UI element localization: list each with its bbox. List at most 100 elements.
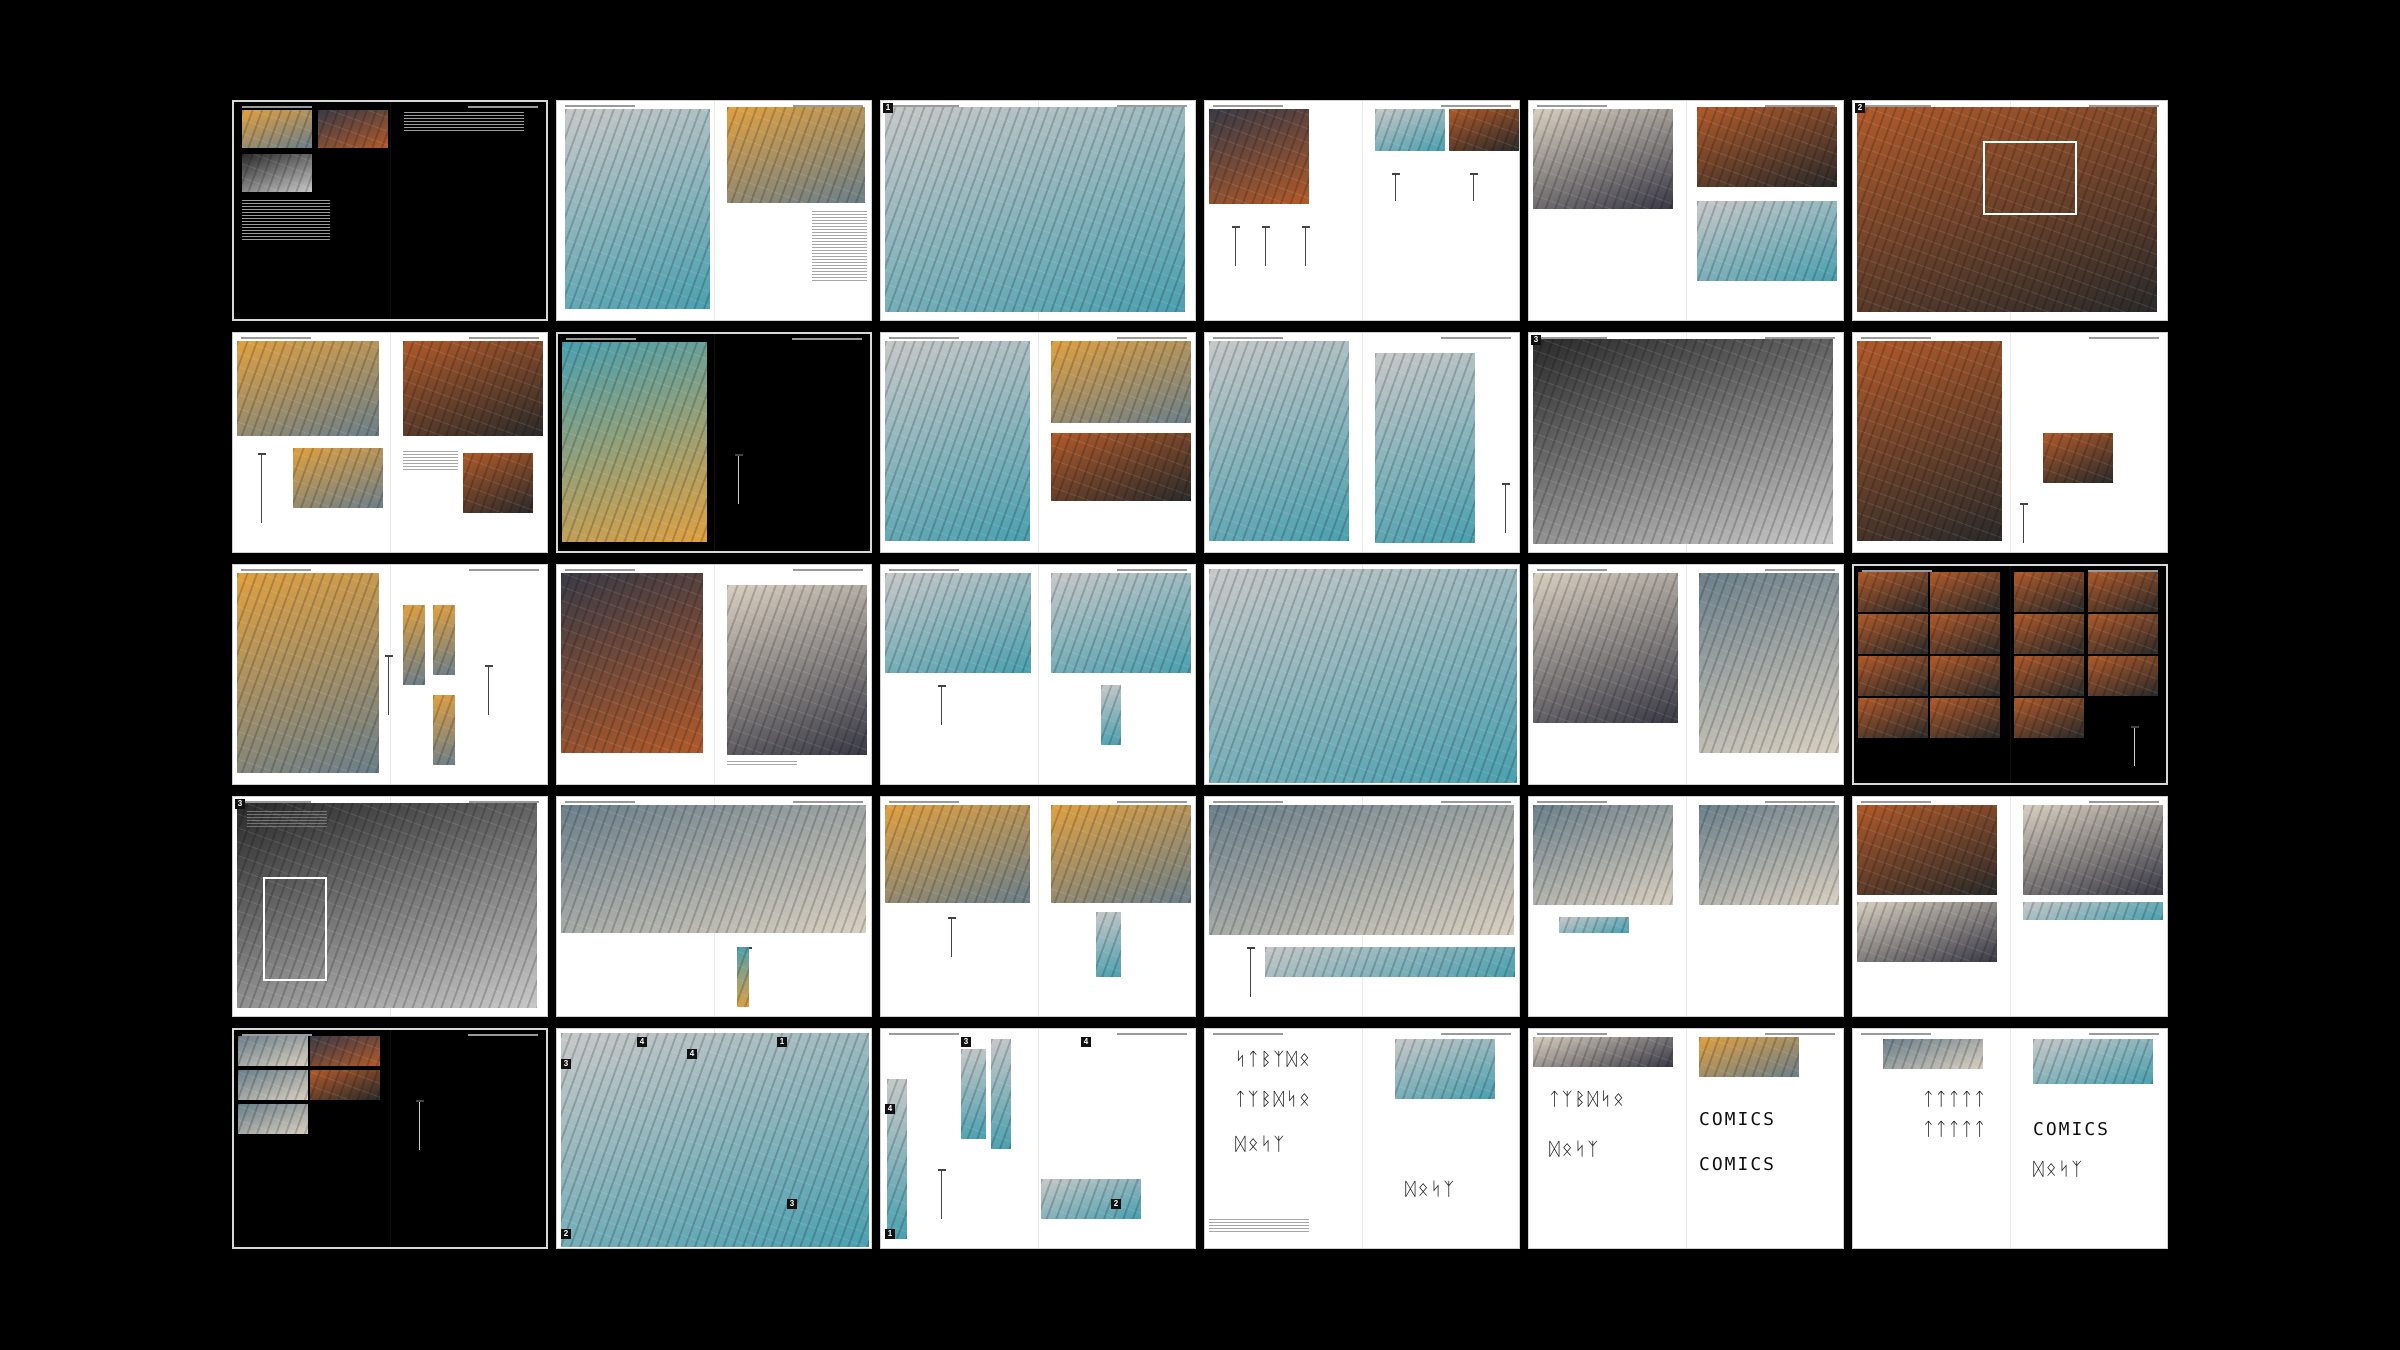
tag-glyphs: ᛞᛟᛋᛉ xyxy=(2033,1159,2085,1180)
page-spread[interactable] xyxy=(1852,796,2168,1017)
page-spread[interactable] xyxy=(1528,100,1844,321)
running-header xyxy=(792,338,862,340)
figure-diagram xyxy=(258,453,266,523)
figure-diagram xyxy=(1247,947,1255,997)
photo xyxy=(403,605,425,685)
number-badge: 1 xyxy=(885,1229,895,1239)
running-header xyxy=(1537,569,1607,571)
page-spread[interactable] xyxy=(1204,796,1520,1017)
running-header xyxy=(793,569,863,571)
photo xyxy=(2043,433,2113,483)
page-spread[interactable] xyxy=(1852,332,2168,553)
photo xyxy=(885,107,1185,312)
page-spread[interactable] xyxy=(1204,100,1520,321)
page-spread[interactable] xyxy=(880,796,1196,1017)
page-spread[interactable] xyxy=(232,1028,548,1249)
highlight-outline xyxy=(263,877,327,981)
page-fold xyxy=(1038,333,1039,552)
page-spread[interactable]: ᛏᛏᛏᛏᛏ ᛏᛏᛏᛏᛏ COMICS ᛞᛟᛋᛉ xyxy=(1852,1028,2168,1249)
running-header xyxy=(565,105,635,107)
photo xyxy=(991,1039,1011,1149)
running-header xyxy=(1537,105,1607,107)
running-header xyxy=(1765,1033,1835,1035)
page-spread[interactable] xyxy=(1528,564,1844,785)
page-fold xyxy=(2010,333,2011,552)
running-header xyxy=(1441,801,1511,803)
page-spread[interactable] xyxy=(232,100,548,321)
number-badge: 4 xyxy=(637,1037,647,1047)
page-fold xyxy=(1362,101,1363,320)
page-spread[interactable]: 3 xyxy=(1528,332,1844,553)
page-fold xyxy=(1038,797,1039,1016)
page-spread[interactable] xyxy=(1204,332,1520,553)
photo xyxy=(238,1104,308,1134)
running-header xyxy=(1441,105,1511,107)
photo xyxy=(433,605,455,675)
photo xyxy=(727,107,865,203)
page-spread[interactable]: 1 xyxy=(880,100,1196,321)
photo xyxy=(565,109,710,309)
photo xyxy=(1209,341,1349,541)
photo xyxy=(737,947,749,1007)
page-fold xyxy=(1686,797,1687,1016)
tag-glyphs: ᛏᛉᛒᛞᛋᛟ xyxy=(1549,1089,1626,1110)
page-spread[interactable] xyxy=(556,564,872,785)
running-header xyxy=(1213,337,1283,339)
page-spread[interactable] xyxy=(1852,564,2168,785)
tag-glyphs: ᛏᛏᛏᛏᛏ xyxy=(1923,1119,1987,1140)
figure-diagram xyxy=(1470,173,1478,201)
page-spread[interactable] xyxy=(556,796,872,1017)
page-fold xyxy=(1686,101,1687,320)
photo xyxy=(2033,1039,2153,1084)
running-header xyxy=(1441,1033,1511,1035)
photo xyxy=(463,453,533,513)
photo xyxy=(562,342,707,542)
running-header xyxy=(1213,105,1283,107)
running-header xyxy=(1765,801,1835,803)
running-header xyxy=(1117,337,1187,339)
running-header xyxy=(1441,337,1511,339)
page-spread[interactable]: ᛋᛏᛒᛉᛞᛟ ᛏᛉᛒᛞᛋᛟ ᛞᛟᛋᛉ ᛞᛟᛋᛉ xyxy=(1204,1028,1520,1249)
number-badge: 3 xyxy=(961,1037,971,1047)
page-spread[interactable]: 2 xyxy=(1852,100,2168,321)
page-spread[interactable] xyxy=(556,332,872,553)
figure-diagram xyxy=(1302,226,1310,266)
number-badge: 4 xyxy=(1081,1037,1091,1047)
running-header xyxy=(1861,801,1931,803)
running-header xyxy=(565,801,635,803)
page-spread[interactable] xyxy=(232,564,548,785)
page-spread[interactable] xyxy=(1528,796,1844,1017)
photo xyxy=(887,1079,907,1239)
page-spread[interactable]: 3 4 4 1 2 3 xyxy=(556,1028,872,1249)
text-column xyxy=(812,211,867,281)
running-header xyxy=(1537,1033,1607,1035)
photo xyxy=(1930,698,2000,738)
photo xyxy=(1533,1037,1673,1067)
page-spread[interactable] xyxy=(880,564,1196,785)
page-fold xyxy=(2010,566,2011,783)
page-spread[interactable]: 3 xyxy=(232,796,548,1017)
page-spread[interactable] xyxy=(556,100,872,321)
running-header xyxy=(1861,1033,1931,1035)
page-spread[interactable] xyxy=(880,332,1196,553)
page-fold xyxy=(2010,797,2011,1016)
photo xyxy=(1209,109,1309,204)
text-column xyxy=(247,811,327,829)
number-badge: 2 xyxy=(561,1229,571,1239)
photo xyxy=(1533,573,1678,723)
photo xyxy=(1858,614,1928,654)
photo xyxy=(961,1049,986,1139)
figure-diagram xyxy=(938,685,946,725)
page-spread[interactable] xyxy=(1204,564,1520,785)
page-spread[interactable]: 3 4 4 1 2 xyxy=(880,1028,1196,1249)
photo xyxy=(2014,572,2084,612)
photo xyxy=(561,805,866,933)
photo xyxy=(885,341,1030,541)
page-spread[interactable]: ᛏᛉᛒᛞᛋᛟ ᛞᛟᛋᛉ COMICS COMICS xyxy=(1528,1028,1844,1249)
running-header xyxy=(241,569,311,571)
photo xyxy=(1101,685,1121,745)
text-column xyxy=(1209,1219,1309,1233)
page-spread[interactable] xyxy=(232,332,548,553)
number-badge: 2 xyxy=(1855,103,1865,113)
running-header xyxy=(241,337,311,339)
